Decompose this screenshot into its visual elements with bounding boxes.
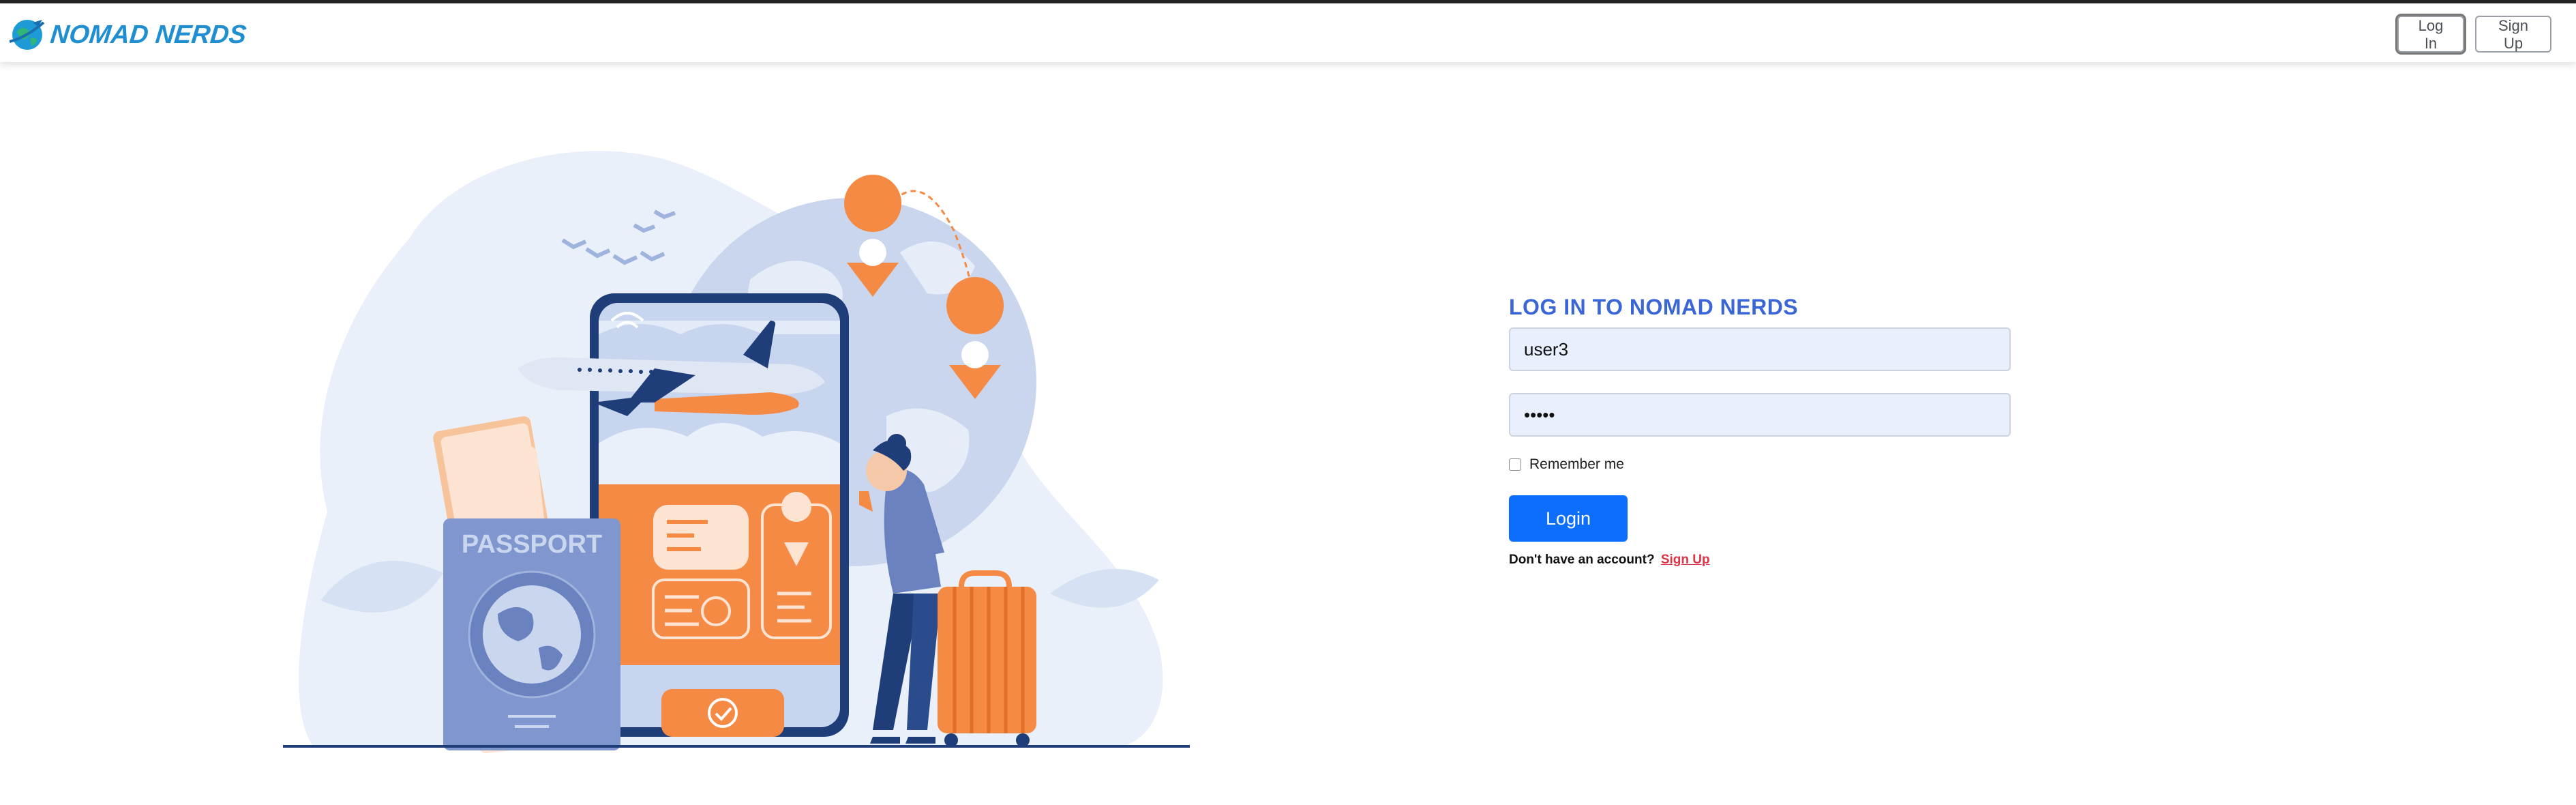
passport: PASSPORT	[443, 518, 620, 750]
passport-label: PASSPORT	[462, 530, 602, 559]
username-input[interactable]	[1509, 327, 2011, 371]
remember-me-row: Remember me	[1509, 454, 2013, 475]
login-form: LOG IN TO NOMAD NERDS Remember me Login …	[1509, 287, 2013, 568]
signup-link[interactable]: Sign Up	[1661, 553, 1710, 567]
form-title: LOG IN TO NOMAD NERDS	[1509, 295, 1799, 319]
signup-prompt-text: Don't have an account?	[1509, 553, 1655, 567]
phone-check-button	[661, 689, 784, 737]
password-input[interactable]	[1509, 393, 2011, 437]
remember-me-label: Remember me	[1529, 456, 1624, 472]
brand-logo-link[interactable]: NOMAD NERDS	[7, 14, 248, 55]
login-submit-button[interactable]: Login	[1509, 495, 1628, 542]
orange-suitcase	[938, 570, 1036, 747]
top-navbar: NOMAD NERDS Log In Sign Up	[0, 3, 2576, 62]
travel-illustration: PASSPORT	[283, 151, 1190, 754]
remember-me-checkbox[interactable]	[1509, 458, 1521, 471]
brand-name: NOMAD NERDS	[48, 20, 248, 49]
nav-login-button[interactable]: Log In	[2397, 16, 2464, 53]
globe-plane-logo-icon	[9, 20, 45, 50]
nav-signup-button[interactable]: Sign Up	[2475, 16, 2551, 53]
ground-line	[283, 745, 1190, 748]
signup-prompt-row: Don't have an account? Sign Up	[1509, 553, 2013, 568]
